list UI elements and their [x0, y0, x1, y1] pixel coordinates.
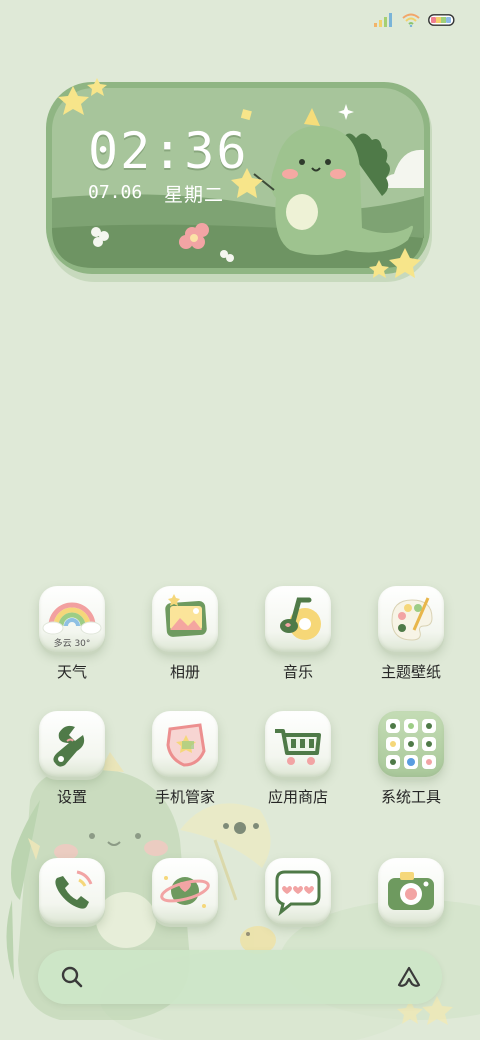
shopping-cart-icon: [265, 711, 331, 777]
app-phone-manager[interactable]: 手机管家: [135, 711, 235, 821]
music-note-icon: [265, 586, 331, 652]
phone-icon: [39, 858, 105, 924]
app-themes[interactable]: 主题壁纸: [361, 586, 461, 696]
clock-weekday: 星期二: [164, 184, 225, 206]
app-label: 设置: [56, 788, 87, 806]
search-bar[interactable]: [38, 950, 442, 1004]
assistant-icon[interactable]: [396, 964, 422, 990]
clock-date: 07.06: [88, 182, 143, 203]
photo-album-icon: [152, 586, 218, 652]
weather-summary: 多云 30°: [53, 639, 91, 649]
signal-bars-icon: [374, 13, 392, 27]
app-label: 主题壁纸: [380, 663, 441, 681]
app-settings[interactable]: 设置: [22, 711, 122, 821]
camera-icon: [378, 858, 444, 924]
battery-icon: [428, 14, 455, 26]
app-label: 音乐: [282, 663, 313, 681]
search-icon[interactable]: [60, 965, 84, 989]
tools-folder-icon: [378, 711, 444, 777]
app-weather[interactable]: 多云 30° 天气: [22, 586, 122, 696]
rainbow-weather-icon: 多云 30°: [39, 586, 105, 652]
app-gallery[interactable]: 相册: [135, 586, 235, 696]
app-label: 系统工具: [380, 788, 441, 806]
app-music[interactable]: 音乐: [248, 586, 348, 696]
shield-star-icon: [152, 711, 218, 777]
paint-palette-icon: [378, 586, 444, 652]
clock-widget[interactable]: 02:36 07.06 星期二: [46, 78, 434, 284]
app-label: 相册: [169, 663, 200, 681]
clock-time: 02:36: [88, 122, 249, 180]
message-bubble-icon: [265, 858, 331, 924]
app-store[interactable]: 应用商店: [248, 711, 348, 821]
app-label: 应用商店: [267, 788, 328, 806]
app-system-tools[interactable]: 系统工具: [361, 711, 461, 821]
status-bar: [374, 10, 456, 30]
wifi-icon: [402, 13, 420, 27]
browser-planet-icon: [152, 858, 218, 924]
app-label: 手机管家: [154, 788, 215, 806]
clock-widget-illustration: [46, 78, 432, 282]
app-label: 天气: [56, 663, 87, 681]
wrench-icon: [39, 711, 105, 777]
